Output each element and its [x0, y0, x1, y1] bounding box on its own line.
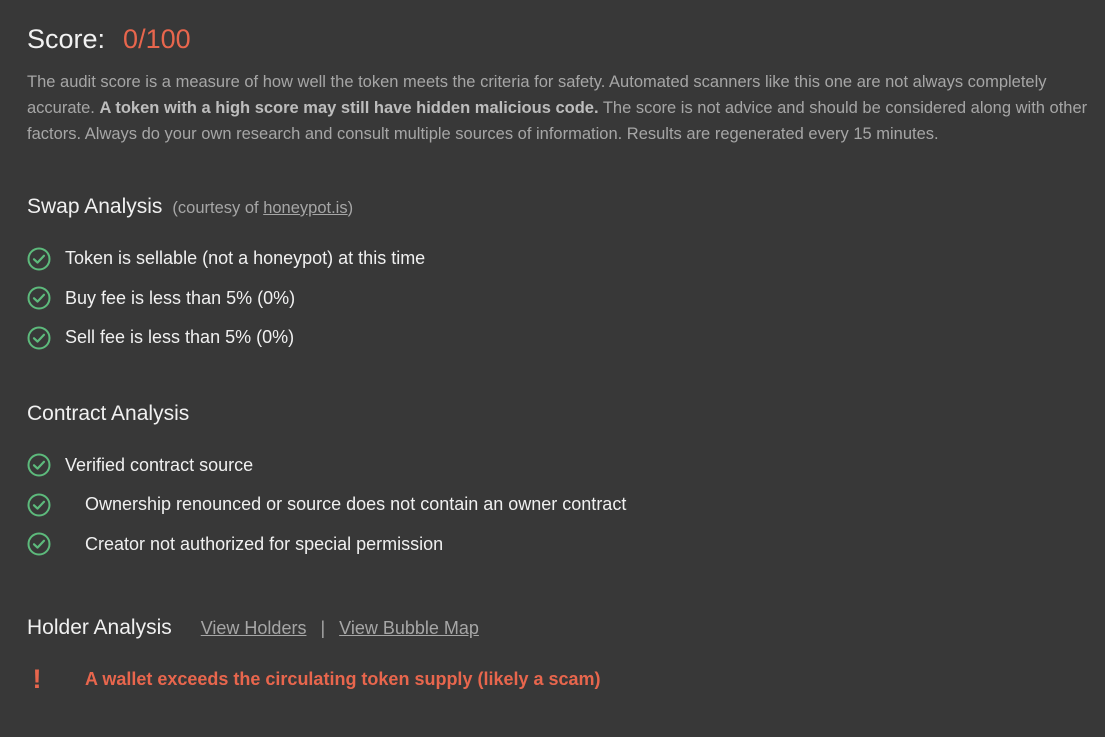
check-circle-icon [27, 286, 51, 310]
holder-alert-text: A wallet exceeds the circulating token s… [85, 668, 601, 689]
contract-check-item: Creator not authorized for special permi… [27, 525, 1105, 565]
check-circle-icon [27, 493, 51, 517]
contract-check-item: Verified contract source [27, 446, 1105, 486]
swap-check-list: Token is sellable (not a honeypot) at th… [27, 239, 1105, 358]
courtesy-prefix: (courtesy of [172, 199, 264, 217]
contract-check-item: Ownership renounced or source does not c… [27, 485, 1105, 525]
disclaimer-warning: A token with a high score may still have… [99, 99, 599, 117]
swap-analysis-title: Swap Analysis [27, 195, 163, 218]
contract-check-list: Verified contract source Ownership renou… [27, 446, 1105, 565]
score-row: Score: 0/100 [27, 24, 1105, 55]
holder-analysis-header: Holder Analysis View Holders | View Bubble… [27, 616, 1105, 640]
swap-check-label: Token is sellable (not a honeypot) at th… [65, 248, 426, 269]
swap-analysis-section: Swap Analysis (courtesy of honeypot.is) … [27, 195, 1105, 358]
check-circle-icon [27, 532, 51, 556]
holder-analysis-title: Holder Analysis [27, 616, 172, 639]
swap-check-label: Sell fee is less than 5% (0%) [65, 327, 295, 348]
check-circle-icon [27, 247, 51, 271]
contract-analysis-section: Contract Analysis Verified contract sour… [27, 402, 1105, 565]
contract-analysis-header: Contract Analysis [27, 402, 1105, 426]
contract-check-label: Creator not authorized for special permi… [85, 533, 444, 554]
courtesy-note: (courtesy of honeypot.is) [172, 199, 353, 218]
contract-check-label: Ownership renounced or source does not c… [85, 494, 627, 515]
check-circle-icon [27, 326, 51, 350]
link-separator: | [320, 618, 326, 638]
swap-check-label: Buy fee is less than 5% (0%) [65, 287, 296, 308]
view-holders-link[interactable]: View Holders [201, 618, 307, 638]
swap-check-item: Buy fee is less than 5% (0%) [27, 279, 1105, 319]
disclaimer-text: The audit score is a measure of how well… [27, 69, 1092, 147]
honeypot-link[interactable]: honeypot.is [263, 199, 347, 217]
swap-check-item: Token is sellable (not a honeypot) at th… [27, 239, 1105, 279]
view-bubble-map-link[interactable]: View Bubble Map [339, 618, 479, 638]
check-circle-icon [27, 453, 51, 477]
holder-links: View Holders | View Bubble Map [201, 618, 479, 639]
swap-check-item: Sell fee is less than 5% (0%) [27, 318, 1105, 358]
contract-check-label: Verified contract source [65, 454, 254, 475]
contract-analysis-title: Contract Analysis [27, 401, 190, 425]
holder-analysis-section: Holder Analysis View Holders | View Bubble… [27, 616, 1105, 694]
score-label: Score: [27, 24, 106, 54]
exclamation-icon: ! [32, 663, 42, 694]
score-value: 0/100 [123, 24, 191, 54]
audit-panel: Score: 0/100 The audit score is a measur… [0, 0, 1105, 737]
holder-alert: ! A wallet exceeds the circulating token… [27, 664, 1105, 694]
courtesy-suffix: ) [347, 199, 354, 217]
swap-analysis-header: Swap Analysis (courtesy of honeypot.is) [27, 195, 1105, 219]
